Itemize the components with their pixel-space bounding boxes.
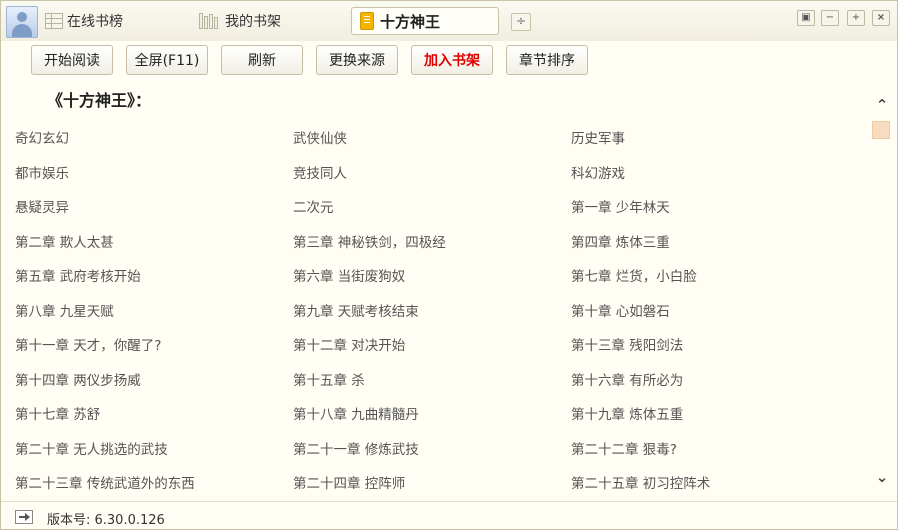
chapter-link[interactable]: 悬疑灵异 <box>15 196 69 216</box>
grid-icon <box>45 13 63 29</box>
chapter-link[interactable]: 第十八章 九曲精髓丹 <box>293 403 419 423</box>
reader-window: 在线书榜 我的书架 十方神王 ÷ ▣ − + × 开始阅读 全屏(F11) 刷新… <box>0 0 898 530</box>
exit-icon[interactable] <box>15 510 33 524</box>
chapter-link[interactable]: 第九章 天赋考核结束 <box>293 300 419 320</box>
scrollbar[interactable]: ⌃ ⌄ <box>867 81 897 499</box>
tab-label: 我的书架 <box>225 14 281 30</box>
tab-online-rankings[interactable]: 在线书榜 <box>45 9 123 33</box>
chapter-link[interactable]: 第二十一章 修炼武技 <box>293 438 419 458</box>
book-icon <box>360 12 374 30</box>
chapter-link[interactable]: 第七章 烂货，小白脸 <box>571 265 697 285</box>
chapter-link[interactable]: 武侠仙侠 <box>293 127 347 147</box>
user-avatar-icon[interactable] <box>6 6 38 38</box>
minimize-button[interactable]: − <box>821 10 839 26</box>
chapter-link[interactable]: 第十九章 炼体五重 <box>571 403 683 423</box>
chapter-link[interactable]: 第十四章 两仪步扬威 <box>15 369 141 389</box>
chapter-sort-button[interactable]: 章节排序 <box>506 45 588 75</box>
tab-label: 在线书榜 <box>67 14 123 30</box>
book-title: 《十方神王》： <box>47 91 152 110</box>
chapter-link[interactable]: 第二十章 无人挑选的武技 <box>15 438 168 458</box>
change-source-button[interactable]: 更换来源 <box>316 45 398 75</box>
chapter-link[interactable]: 科幻游戏 <box>571 162 625 182</box>
chapter-link[interactable]: 奇幻玄幻 <box>15 127 69 147</box>
maximize-button[interactable]: + <box>847 10 865 26</box>
chapter-link[interactable]: 第二章 欺人太甚 <box>15 231 114 251</box>
version-label: 版本号: 6.30.0.126 <box>47 513 165 528</box>
add-to-shelf-button[interactable]: 加入书架 <box>411 45 493 75</box>
tab-label: 十方神王 <box>380 12 441 31</box>
fullscreen-button[interactable]: 全屏(F11) <box>126 45 208 75</box>
status-bar: 版本号: 6.30.0.126 <box>1 501 897 529</box>
chapter-link[interactable]: 第二十二章 狠毒? <box>571 438 677 458</box>
chapter-link[interactable]: 第十六章 有所必为 <box>571 369 683 389</box>
chapter-link[interactable]: 都市娱乐 <box>15 162 69 182</box>
scroll-up-icon[interactable]: ⌃ <box>874 97 890 113</box>
chapter-list: 《十方神王》： 奇幻玄幻 武侠仙侠 历史军事 都市娱乐 竞技同人 科幻游戏 悬疑灵异 二次元第… <box>1 81 867 499</box>
chapter-link[interactable]: 历史军事 <box>571 127 625 147</box>
close-button[interactable]: × <box>872 10 890 26</box>
toolbar: 开始阅读 全屏(F11) 刷新 更换来源 加入书架 章节排序 <box>1 41 897 79</box>
chapter-link[interactable]: 第五章 武府考核开始 <box>15 265 141 285</box>
scroll-thumb[interactable] <box>872 121 890 139</box>
chapter-link[interactable]: 第二十三章 传统武道外的东西 <box>15 472 195 492</box>
chapter-link[interactable]: 第十一章 天才，你醒了? <box>15 334 161 354</box>
chapter-link[interactable]: 第三章 神秘铁剑，四极经 <box>293 231 446 251</box>
chapter-link[interactable]: 第十七章 苏舒 <box>15 403 100 423</box>
chapter-link[interactable]: 第十三章 残阳剑法 <box>571 334 683 354</box>
chapter-link[interactable]: 二次元 <box>293 196 334 216</box>
title-bar: 在线书榜 我的书架 十方神王 ÷ ▣ − + × <box>1 1 897 41</box>
bookshelf-icon <box>199 13 221 29</box>
add-tab-button[interactable]: ÷ <box>511 13 531 31</box>
chapter-link[interactable]: 第二十五章 初习控阵术 <box>571 472 710 492</box>
chapter-link[interactable]: 第十五章 杀 <box>293 369 365 389</box>
chapter-link[interactable]: 第一章 少年林天 <box>571 196 670 216</box>
start-reading-button[interactable]: 开始阅读 <box>31 45 113 75</box>
tab-current-book[interactable]: 十方神王 <box>351 7 499 35</box>
chapter-link[interactable]: 竞技同人 <box>293 162 347 182</box>
chapter-link[interactable]: 第四章 炼体三重 <box>571 231 670 251</box>
tab-my-bookshelf[interactable]: 我的书架 <box>199 9 281 33</box>
chapter-link[interactable]: 第八章 九星天赋 <box>15 300 114 320</box>
skin-button[interactable]: ▣ <box>797 10 815 26</box>
scroll-down-icon[interactable]: ⌄ <box>874 469 890 485</box>
chapter-link[interactable]: 第六章 当街废狗奴 <box>293 265 405 285</box>
refresh-button[interactable]: 刷新 <box>221 45 303 75</box>
chapter-link[interactable]: 第二十四章 控阵师 <box>293 472 405 492</box>
chapter-link[interactable]: 第十章 心如磐石 <box>571 300 670 320</box>
chapter-link[interactable]: 第十二章 对决开始 <box>293 334 405 354</box>
